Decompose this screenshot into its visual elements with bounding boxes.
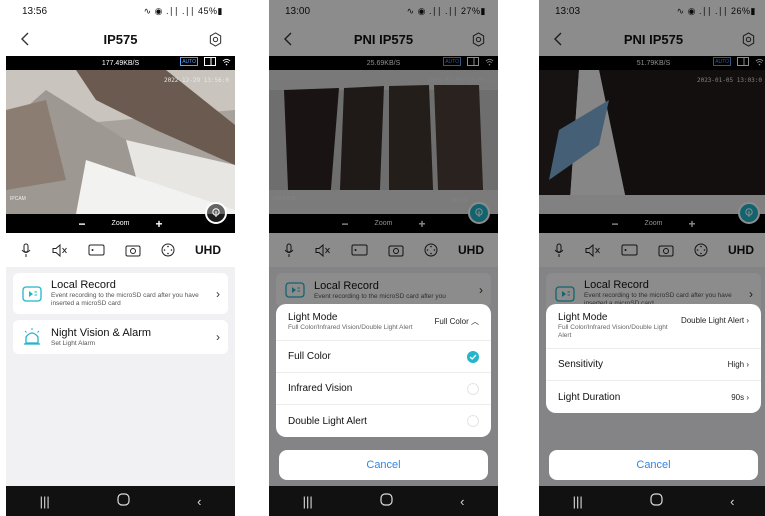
gear-icon [210,31,222,47]
phone-screen-light-mode-picker: 13:00 ∿ ◉ .∣∣ .∣∣ 27%▮ PNI IP575 25.69KB… [269,0,498,516]
system-back-button[interactable]: ‹ [730,494,734,509]
screenshot-stage: 13:56 ∿ ◉ .∣∣ .∣∣ 45%▮ IP575 177.49KB/S … [0,0,765,516]
option-label: Double Light Alert [288,415,367,427]
camera-snapshot-icon[interactable] [125,244,141,257]
page-title: IP575 [103,31,138,47]
card-title: Local Record [51,279,116,291]
wifi-icon [222,58,231,65]
local-record-card[interactable]: Local Record Event recording to the micr… [13,273,228,314]
status-indicators: ∿ ◉ .∣∣ .∣∣ 45%▮ [143,5,223,16]
home-button[interactable] [380,493,393,509]
chevron-right-icon: › [746,392,749,402]
chevron-right-icon: › [746,360,749,369]
settings-button[interactable] [207,30,225,48]
status-bar: 13:56 ∿ ◉ .∣∣ .∣∣ 45%▮ [6,0,235,22]
camera-video-feed[interactable]: 2022-12-29 13:56:0 IPCAM [6,70,235,214]
home-circle-icon [380,493,393,506]
option-label: Full Color [288,351,331,362]
radio-empty-icon [467,382,479,395]
option-double-light-alert[interactable]: Double Light Alert [276,405,491,437]
zoom-label: Zoom [111,220,130,227]
sheet-title: Light Mode [288,312,338,323]
system-nav-bar: ||| ‹ [539,486,765,516]
home-circle-icon [117,493,130,506]
control-toolbar: UHD [6,233,235,267]
option-label: Infrared Vision [288,383,353,394]
quality-toggle-button[interactable]: UHD [195,243,221,257]
app-header: IP575 [6,22,235,56]
chevron-left-icon [21,32,29,46]
cancel-button[interactable]: Cancel [279,450,488,480]
checkmark-icon [467,350,479,363]
status-time: 13:56 [22,5,48,17]
recent-apps-button[interactable]: ||| [40,494,50,509]
chevron-right-icon: › [216,286,220,301]
light-mode-header[interactable]: Light Mode Full Color/Infrared Vision/Do… [276,304,491,341]
radio-empty-icon [467,415,479,427]
zoom-in-button[interactable]: + [155,217,162,231]
recent-apps-button[interactable]: ||| [303,494,313,509]
modal-backdrop[interactable] [539,0,765,486]
microphone-icon[interactable] [20,243,32,258]
record-video-icon[interactable] [88,244,105,256]
cancel-button[interactable]: Cancel [549,450,758,480]
stream-speed: 177.49KB/S [101,59,140,67]
chevron-up-icon: ︿ [471,317,479,326]
ptz-joystick-icon[interactable] [161,243,175,257]
light-mode-value: Full Color ︿ [434,317,479,326]
touch-hand-icon [212,208,220,217]
option-infrared-vision[interactable]: Infrared Vision [276,373,491,405]
system-back-button[interactable]: ‹ [460,494,464,509]
camera-id-label: IPCAM [10,196,26,202]
sheet-subtitle: Full Color/Infrared Vision/Double Light … [558,324,668,339]
light-mode-header[interactable]: Light Mode Full Color/Infrared Vision/Do… [546,304,761,349]
sensitivity-row[interactable]: Sensitivity High › [546,349,761,381]
sd-record-icon [22,285,42,302]
sheet-title: Light Mode [558,312,608,323]
alarm-light-icon [24,328,40,345]
system-nav-bar: ||| ‹ [269,486,498,516]
option-full-color[interactable]: Full Color [276,341,491,373]
light-mode-sheet: Light Mode Full Color/Infrared Vision/Do… [546,304,761,413]
light-mode-value: Double Light Alert › [680,316,749,325]
row-value: 90s › [731,392,749,402]
home-button[interactable] [117,493,130,509]
light-duration-row[interactable]: Light Duration 90s › [546,381,761,413]
hd-tag-icon[interactable]: AUTO [180,57,198,66]
chevron-right-icon: › [746,316,749,325]
system-nav-bar: ||| ‹ [6,486,235,516]
phone-screen-double-light-settings: 13:03 ∿ ◉ .∣∣ .∣∣ 26%▮ PNI IP575 51.79KB… [539,0,765,516]
row-label: Light Duration [558,391,621,403]
card-title: Night Vision & Alarm [51,326,152,339]
card-subtitle: Set Light Alarm [51,339,96,347]
back-button[interactable] [16,30,34,48]
speaker-mute-icon[interactable] [52,243,68,257]
ptz-control-button[interactable] [205,202,227,224]
row-label: Sensitivity [558,359,604,370]
sheet-subtitle: Full Color/Infrared Vision/Double Light … [288,324,413,331]
stream-speed-bar: 177.49KB/S AUTO [6,56,235,70]
night-vision-alarm-card[interactable]: Night Vision & Alarm Set Light Alarm › [13,320,228,354]
light-mode-sheet: Light Mode Full Color/Infrared Vision/Do… [276,304,491,437]
zoom-bar: − Zoom + [6,202,235,233]
home-circle-icon [650,493,663,506]
fullscreen-icon[interactable] [204,57,216,66]
video-frame-image [6,70,235,214]
recent-apps-button[interactable]: ||| [573,494,583,509]
video-timestamp: 2022-12-29 13:56:0 [163,77,229,84]
chevron-right-icon: › [216,330,220,344]
zoom-out-button[interactable]: − [79,217,86,231]
system-back-button[interactable]: ‹ [197,494,201,509]
card-subtitle: Event recording to the microSD card afte… [51,292,199,307]
phone-screen-camera-live: 13:56 ∿ ◉ .∣∣ .∣∣ 45%▮ IP575 177.49KB/S … [6,0,235,516]
home-button[interactable] [650,493,663,509]
row-value: High › [727,360,749,369]
